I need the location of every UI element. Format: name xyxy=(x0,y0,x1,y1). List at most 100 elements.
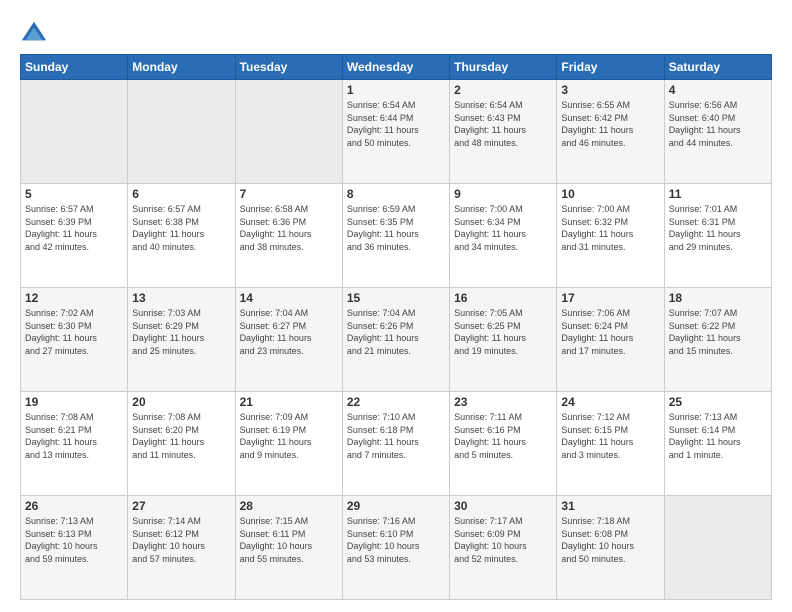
calendar-header-row: SundayMondayTuesdayWednesdayThursdayFrid… xyxy=(21,55,772,80)
calendar-day-cell: 9 Sunrise: 7:00 AM Sunset: 6:34 PM Daylig… xyxy=(450,184,557,288)
day-info: Sunrise: 7:11 AM Sunset: 6:16 PM Dayligh… xyxy=(454,411,552,461)
day-info: Sunrise: 7:05 AM Sunset: 6:25 PM Dayligh… xyxy=(454,307,552,357)
calendar-day-cell: 30 Sunrise: 7:17 AM Sunset: 6:09 PM Dayli… xyxy=(450,496,557,600)
day-number: 2 xyxy=(454,83,552,97)
day-number: 21 xyxy=(240,395,338,409)
calendar-day-cell xyxy=(128,80,235,184)
calendar-day-cell xyxy=(235,80,342,184)
day-info: Sunrise: 7:03 AM Sunset: 6:29 PM Dayligh… xyxy=(132,307,230,357)
calendar-day-cell: 10Sunrise: 7:00 AM Sunset: 6:32 PM Dayli… xyxy=(557,184,664,288)
day-of-week-header: Sunday xyxy=(21,55,128,80)
day-info: Sunrise: 7:08 AM Sunset: 6:20 PM Dayligh… xyxy=(132,411,230,461)
day-number: 18 xyxy=(669,291,767,305)
day-number: 10 xyxy=(561,187,659,201)
calendar-day-cell: 18 Sunrise: 7:07 AM Sunset: 6:22 PM Dayli… xyxy=(664,288,771,392)
calendar-day-cell: 20 Sunrise: 7:08 AM Sunset: 6:20 PM Dayli… xyxy=(128,392,235,496)
day-number: 6 xyxy=(132,187,230,201)
day-info: Sunrise: 6:54 AM Sunset: 6:44 PM Dayligh… xyxy=(347,99,445,149)
day-of-week-header: Wednesday xyxy=(342,55,449,80)
calendar-day-cell: 24 Sunrise: 7:12 AM Sunset: 6:15 PM Dayli… xyxy=(557,392,664,496)
calendar-day-cell: 16 Sunrise: 7:05 AM Sunset: 6:25 PM Dayli… xyxy=(450,288,557,392)
day-number: 16 xyxy=(454,291,552,305)
day-info: Sunrise: 6:58 AM Sunset: 6:36 PM Dayligh… xyxy=(240,203,338,253)
day-info: Sunrise: 7:04 AM Sunset: 6:26 PM Dayligh… xyxy=(347,307,445,357)
calendar-day-cell: 27Sunrise: 7:14 AM Sunset: 6:12 PM Dayli… xyxy=(128,496,235,600)
calendar-day-cell: 31 Sunrise: 7:18 AM Sunset: 6:08 PM Dayli… xyxy=(557,496,664,600)
day-info: Sunrise: 7:09 AM Sunset: 6:19 PM Dayligh… xyxy=(240,411,338,461)
day-number: 25 xyxy=(669,395,767,409)
calendar-day-cell: 6 Sunrise: 6:57 AM Sunset: 6:38 PM Daylig… xyxy=(128,184,235,288)
day-info: Sunrise: 6:59 AM Sunset: 6:35 PM Dayligh… xyxy=(347,203,445,253)
day-number: 23 xyxy=(454,395,552,409)
calendar-day-cell: 3 Sunrise: 6:55 AM Sunset: 6:42 PM Daylig… xyxy=(557,80,664,184)
calendar-week-row: 1 Sunrise: 6:54 AM Sunset: 6:44 PM Daylig… xyxy=(21,80,772,184)
day-number: 8 xyxy=(347,187,445,201)
day-of-week-header: Friday xyxy=(557,55,664,80)
day-info: Sunrise: 7:08 AM Sunset: 6:21 PM Dayligh… xyxy=(25,411,123,461)
calendar-day-cell: 22 Sunrise: 7:10 AM Sunset: 6:18 PM Dayli… xyxy=(342,392,449,496)
day-number: 11 xyxy=(669,187,767,201)
day-number: 13 xyxy=(132,291,230,305)
calendar-week-row: 19 Sunrise: 7:08 AM Sunset: 6:21 PM Dayli… xyxy=(21,392,772,496)
calendar-day-cell: 17Sunrise: 7:06 AM Sunset: 6:24 PM Dayli… xyxy=(557,288,664,392)
day-info: Sunrise: 7:12 AM Sunset: 6:15 PM Dayligh… xyxy=(561,411,659,461)
day-number: 19 xyxy=(25,395,123,409)
day-number: 14 xyxy=(240,291,338,305)
day-number: 17 xyxy=(561,291,659,305)
calendar-week-row: 12 Sunrise: 7:02 AM Sunset: 6:30 PM Dayli… xyxy=(21,288,772,392)
day-info: Sunrise: 6:57 AM Sunset: 6:38 PM Dayligh… xyxy=(132,203,230,253)
day-info: Sunrise: 7:14 AM Sunset: 6:12 PM Dayligh… xyxy=(132,515,230,565)
calendar-day-cell: 4 Sunrise: 6:56 AM Sunset: 6:40 PM Daylig… xyxy=(664,80,771,184)
calendar-day-cell: 8 Sunrise: 6:59 AM Sunset: 6:35 PM Daylig… xyxy=(342,184,449,288)
day-number: 3 xyxy=(561,83,659,97)
day-info: Sunrise: 7:13 AM Sunset: 6:13 PM Dayligh… xyxy=(25,515,123,565)
calendar-day-cell: 19 Sunrise: 7:08 AM Sunset: 6:21 PM Dayli… xyxy=(21,392,128,496)
calendar-day-cell: 12 Sunrise: 7:02 AM Sunset: 6:30 PM Dayli… xyxy=(21,288,128,392)
calendar-week-row: 5 Sunrise: 6:57 AM Sunset: 6:39 PM Daylig… xyxy=(21,184,772,288)
calendar-day-cell xyxy=(21,80,128,184)
day-number: 12 xyxy=(25,291,123,305)
day-of-week-header: Saturday xyxy=(664,55,771,80)
day-info: Sunrise: 7:13 AM Sunset: 6:14 PM Dayligh… xyxy=(669,411,767,461)
day-info: Sunrise: 6:55 AM Sunset: 6:42 PM Dayligh… xyxy=(561,99,659,149)
day-info: Sunrise: 6:56 AM Sunset: 6:40 PM Dayligh… xyxy=(669,99,767,149)
header xyxy=(20,18,772,46)
day-number: 31 xyxy=(561,499,659,513)
calendar-day-cell xyxy=(664,496,771,600)
day-number: 20 xyxy=(132,395,230,409)
day-info: Sunrise: 7:00 AM Sunset: 6:34 PM Dayligh… xyxy=(454,203,552,253)
day-number: 30 xyxy=(454,499,552,513)
calendar-day-cell: 13 Sunrise: 7:03 AM Sunset: 6:29 PM Dayli… xyxy=(128,288,235,392)
day-number: 28 xyxy=(240,499,338,513)
calendar-day-cell: 7Sunrise: 6:58 AM Sunset: 6:36 PM Daylig… xyxy=(235,184,342,288)
day-info: Sunrise: 6:54 AM Sunset: 6:43 PM Dayligh… xyxy=(454,99,552,149)
day-number: 9 xyxy=(454,187,552,201)
logo-icon xyxy=(20,18,48,46)
day-of-week-header: Thursday xyxy=(450,55,557,80)
calendar-day-cell: 21 Sunrise: 7:09 AM Sunset: 6:19 PM Dayli… xyxy=(235,392,342,496)
day-info: Sunrise: 7:18 AM Sunset: 6:08 PM Dayligh… xyxy=(561,515,659,565)
calendar-week-row: 26Sunrise: 7:13 AM Sunset: 6:13 PM Dayli… xyxy=(21,496,772,600)
calendar-day-cell: 14 Sunrise: 7:04 AM Sunset: 6:27 PM Dayli… xyxy=(235,288,342,392)
day-of-week-header: Tuesday xyxy=(235,55,342,80)
day-info: Sunrise: 7:02 AM Sunset: 6:30 PM Dayligh… xyxy=(25,307,123,357)
day-info: Sunrise: 7:15 AM Sunset: 6:11 PM Dayligh… xyxy=(240,515,338,565)
day-info: Sunrise: 7:01 AM Sunset: 6:31 PM Dayligh… xyxy=(669,203,767,253)
logo xyxy=(20,18,52,46)
calendar-day-cell: 28 Sunrise: 7:15 AM Sunset: 6:11 PM Dayli… xyxy=(235,496,342,600)
day-info: Sunrise: 7:07 AM Sunset: 6:22 PM Dayligh… xyxy=(669,307,767,357)
day-number: 24 xyxy=(561,395,659,409)
day-number: 15 xyxy=(347,291,445,305)
day-info: Sunrise: 6:57 AM Sunset: 6:39 PM Dayligh… xyxy=(25,203,123,253)
day-number: 4 xyxy=(669,83,767,97)
day-number: 5 xyxy=(25,187,123,201)
day-info: Sunrise: 7:17 AM Sunset: 6:09 PM Dayligh… xyxy=(454,515,552,565)
calendar-day-cell: 25 Sunrise: 7:13 AM Sunset: 6:14 PM Dayli… xyxy=(664,392,771,496)
day-of-week-header: Monday xyxy=(128,55,235,80)
day-number: 22 xyxy=(347,395,445,409)
day-info: Sunrise: 7:04 AM Sunset: 6:27 PM Dayligh… xyxy=(240,307,338,357)
day-number: 1 xyxy=(347,83,445,97)
calendar-day-cell: 23 Sunrise: 7:11 AM Sunset: 6:16 PM Dayli… xyxy=(450,392,557,496)
calendar-day-cell: 11 Sunrise: 7:01 AM Sunset: 6:31 PM Dayli… xyxy=(664,184,771,288)
day-info: Sunrise: 7:10 AM Sunset: 6:18 PM Dayligh… xyxy=(347,411,445,461)
